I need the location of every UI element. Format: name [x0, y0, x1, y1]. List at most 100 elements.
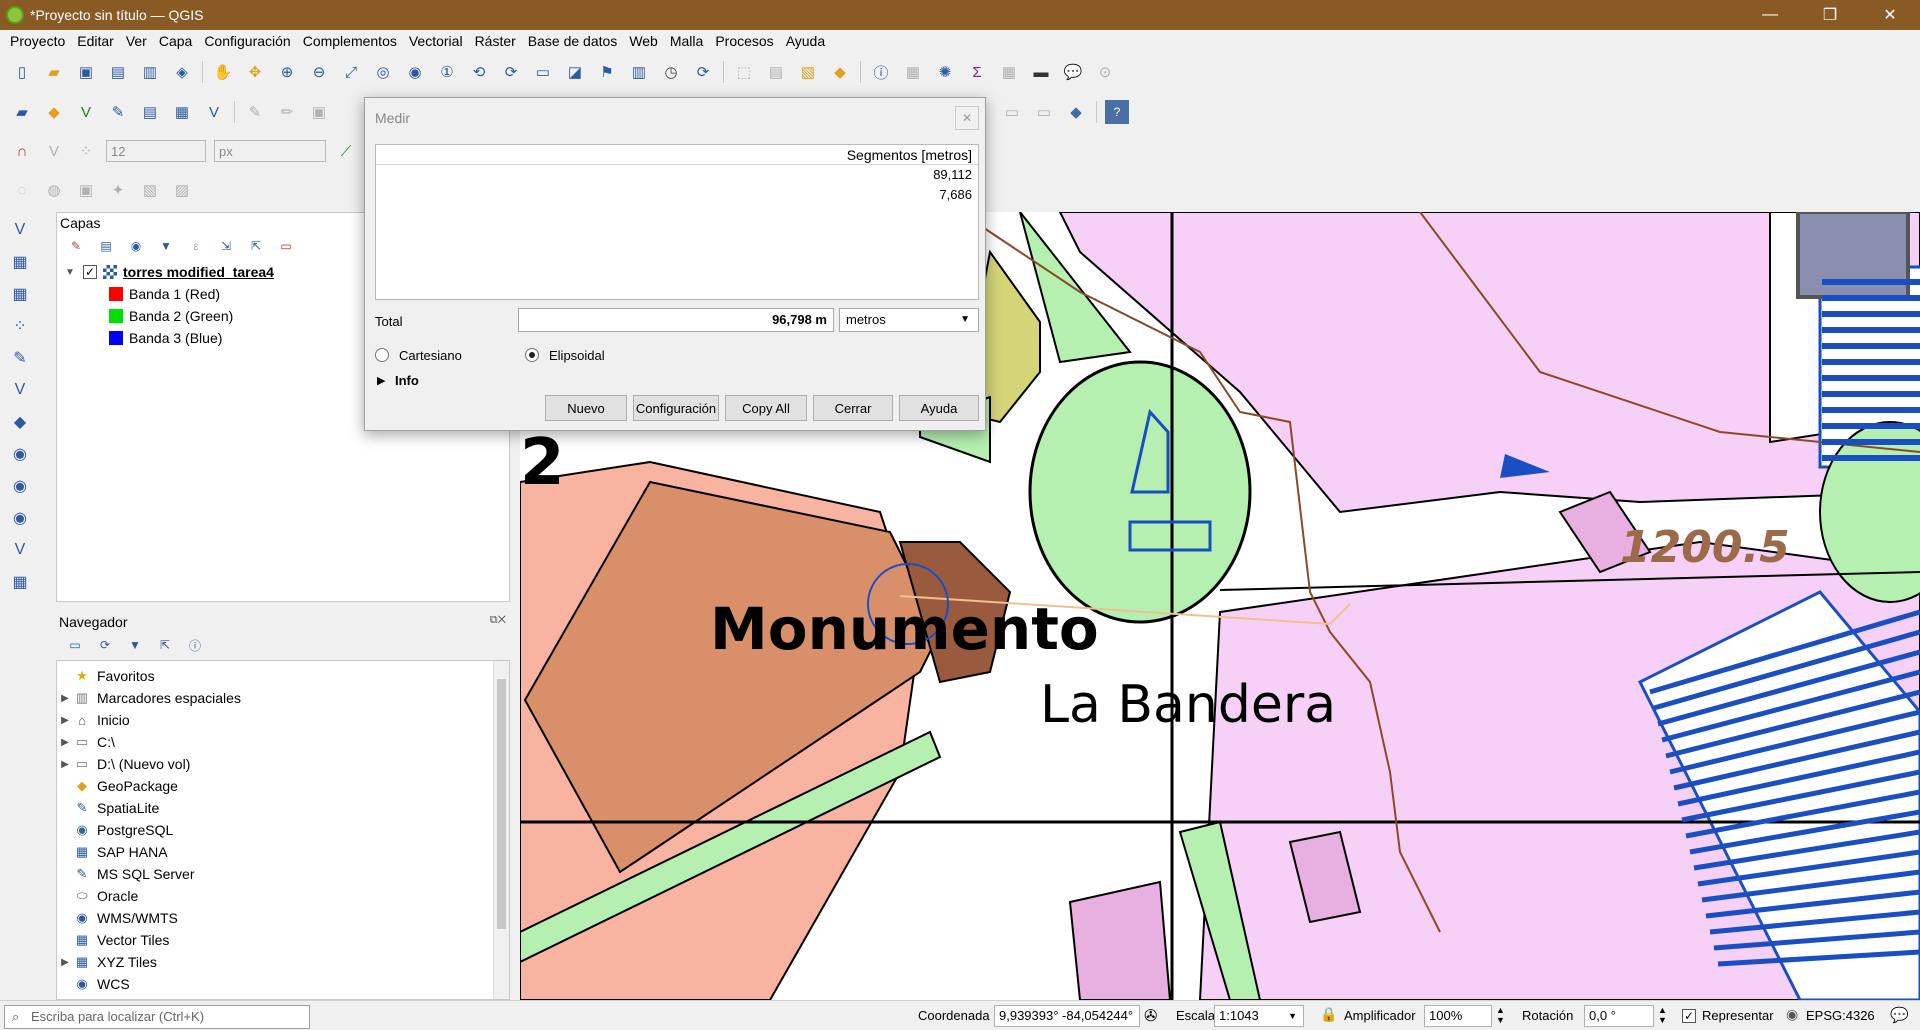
open-project-icon[interactable]: ▰ — [42, 60, 66, 84]
browser-item-geopackage[interactable]: ◆ GeoPackage — [57, 775, 178, 797]
zoom-selection-icon[interactable]: ◎ — [371, 60, 395, 84]
manage-visibility-icon[interactable]: ◉ — [127, 237, 145, 255]
reshape-icon[interactable]: ▧ — [138, 178, 162, 202]
browser-item-vector-tiles[interactable]: ▦ Vector Tiles — [57, 929, 170, 951]
expand-arrow-icon[interactable]: ▶ — [57, 957, 73, 968]
menu-vectorial[interactable]: Vectorial — [403, 33, 469, 49]
collapse-all-icon[interactable]: ⇱ — [247, 237, 265, 255]
menu-web[interactable]: Web — [623, 33, 664, 49]
show-bookmarks-icon[interactable]: ▥ — [627, 60, 651, 84]
add-wms-icon[interactable]: ◉ — [7, 441, 33, 467]
save-edits-icon[interactable]: ▣ — [307, 100, 331, 124]
edit-pencil-icon[interactable]: ✎ — [243, 100, 267, 124]
close-window-button[interactable]: ✕ — [1860, 0, 1920, 30]
expand-arrow-icon[interactable]: ▶ — [57, 715, 73, 726]
refresh-icon[interactable]: ⟳ — [691, 60, 715, 84]
add-postgis-icon[interactable]: ◆ — [7, 409, 33, 435]
measure-ruler-icon[interactable]: ▬ — [1029, 60, 1053, 84]
add-wcs-icon[interactable]: ◉ — [7, 505, 33, 531]
configuration-button[interactable]: Configuración — [633, 395, 719, 421]
zoom-full-icon[interactable]: ⤢ — [339, 60, 363, 84]
browser-item-wcs[interactable]: ◉ WCS — [57, 973, 129, 995]
snapping-mode-icon[interactable]: V — [42, 139, 66, 163]
properties-icon[interactable]: ⓘ — [186, 636, 204, 654]
zoom-next-icon[interactable]: ⟳ — [499, 60, 523, 84]
new-project-icon[interactable]: ▯ — [10, 60, 34, 84]
add-spatialite-icon[interactable]: ✎ — [7, 345, 33, 371]
add-delimited-text-icon[interactable]: ⁘ — [7, 313, 33, 339]
menu-configuracion[interactable]: Configuración — [198, 33, 296, 49]
browser-item-d-drive[interactable]: ▶ ▭ D:\ (Nuevo vol) — [57, 753, 190, 775]
deselect-icon[interactable]: ▧ — [796, 60, 820, 84]
collapse-browser-icon[interactable]: ⇱ — [156, 636, 174, 654]
info-expand-icon[interactable]: ▶ — [377, 374, 385, 387]
toggle-extents-icon[interactable]: ✇ — [1144, 1006, 1157, 1026]
browser-item-marcadores[interactable]: ▶ ▥ Marcadores espaciales — [57, 687, 241, 709]
menu-complementos[interactable]: Complementos — [297, 33, 403, 49]
menu-ayuda[interactable]: Ayuda — [780, 33, 831, 49]
scrollbar-thumb[interactable] — [497, 679, 506, 929]
browser-item-c-drive[interactable]: ▶ ▭ C:\ — [57, 731, 115, 753]
help-icon[interactable]: ? — [1105, 100, 1129, 124]
menu-editar[interactable]: Editar — [71, 33, 120, 49]
topological-editing-icon[interactable]: ⟋ — [334, 139, 358, 163]
new-map-view-icon[interactable]: ▭ — [531, 60, 555, 84]
zoom-in-icon[interactable]: ⊕ — [275, 60, 299, 84]
add-geopackage-layer-icon[interactable]: ◆ — [42, 100, 66, 124]
python-console-icon[interactable]: ◆ — [1064, 100, 1088, 124]
unit-select[interactable]: metros ▼ — [839, 308, 979, 332]
new-button[interactable]: Nuevo — [545, 395, 627, 421]
scale-combo[interactable]: 1:1043 ▼ — [1214, 1005, 1304, 1027]
zoom-layer-icon[interactable]: ◉ — [403, 60, 427, 84]
processing-toolbox-icon[interactable]: ✺ — [933, 60, 957, 84]
map-tips-icon[interactable]: 💬 — [1061, 60, 1085, 84]
coordinate-field[interactable]: 9,939393° -84,054244° — [994, 1005, 1140, 1027]
add-vector-layer-icon[interactable]: V — [74, 100, 98, 124]
pan-hand-icon[interactable]: ✋ — [211, 60, 235, 84]
browser-item-wms[interactable]: ◉ WMS/WMTS — [57, 907, 178, 929]
browser-item-postgresql[interactable]: ◉ PostgreSQL — [57, 819, 173, 841]
browser-item-xyz-tiles[interactable]: ▶ ▦ XYZ Tiles — [57, 951, 157, 973]
layer-visibility-checkbox[interactable]: ✓ — [83, 265, 97, 279]
maximize-button[interactable]: ❐ — [1800, 0, 1860, 30]
add-xyz-icon[interactable]: ▦ — [7, 569, 33, 595]
add-wfs-icon[interactable]: ◉ — [7, 473, 33, 499]
add-group-icon[interactable]: ▤ — [97, 237, 115, 255]
style-manager-icon[interactable]: ◈ — [170, 60, 194, 84]
add-ring-icon[interactable]: ◌ — [10, 178, 34, 202]
fill-ring-icon[interactable]: ▣ — [74, 178, 98, 202]
menu-procesos[interactable]: Procesos — [709, 33, 779, 49]
browser-item-inicio[interactable]: ▶ ⌂ Inicio — [57, 709, 130, 731]
add-vector-icon[interactable]: V — [7, 217, 33, 243]
render-checkbox[interactable]: ✓ — [1682, 1009, 1696, 1023]
toggle-edit-icon[interactable]: ✏ — [275, 100, 299, 124]
select-features-icon[interactable]: ⬚ — [732, 60, 756, 84]
annotation-icon[interactable]: ▭ — [1000, 100, 1024, 124]
magnifier-field[interactable]: 100% — [1424, 1005, 1492, 1027]
cartesian-radio[interactable] — [375, 348, 389, 362]
layer-name[interactable]: torres modified_tarea4 — [123, 264, 274, 280]
snapping-tolerance-input[interactable]: 12 — [106, 140, 206, 162]
info-section-label[interactable]: Info — [395, 373, 419, 388]
layer-row[interactable]: ▼ ✓ torres modified_tarea4 — [65, 261, 274, 283]
print-layout-icon[interactable]: ▥ — [138, 60, 162, 84]
zoom-last-icon[interactable]: ⟲ — [467, 60, 491, 84]
expand-all-icon[interactable]: ⇲ — [217, 237, 235, 255]
ellipsoidal-radio[interactable] — [525, 348, 539, 362]
browser-item-mssql[interactable]: ✎ MS SQL Server — [57, 863, 195, 885]
open-field-calculator-icon[interactable]: ▦ — [997, 60, 1021, 84]
snapping-magnet-icon[interactable]: ∩ — [10, 139, 34, 163]
identify-icon[interactable]: ⓘ — [869, 60, 893, 84]
add-mesh-layer-icon[interactable]: ▤ — [138, 100, 162, 124]
data-source-manager-icon[interactable]: ▰ — [10, 100, 34, 124]
snapping-type-icon[interactable]: ⁘ — [74, 139, 98, 163]
select-by-value-icon[interactable]: ▤ — [764, 60, 788, 84]
statistics-sigma-icon[interactable]: Σ — [965, 60, 989, 84]
zoom-out-icon[interactable]: ⊖ — [307, 60, 331, 84]
select-location-icon[interactable]: ◆ — [828, 60, 852, 84]
add-raster-layer-icon[interactable]: ✎ — [106, 100, 130, 124]
expand-arrow-icon[interactable]: ▶ — [57, 759, 73, 770]
new-shapefile-icon[interactable]: V — [202, 100, 226, 124]
pan-to-selection-icon[interactable]: ✥ — [243, 60, 267, 84]
copy-all-button[interactable]: Copy All — [725, 395, 807, 421]
